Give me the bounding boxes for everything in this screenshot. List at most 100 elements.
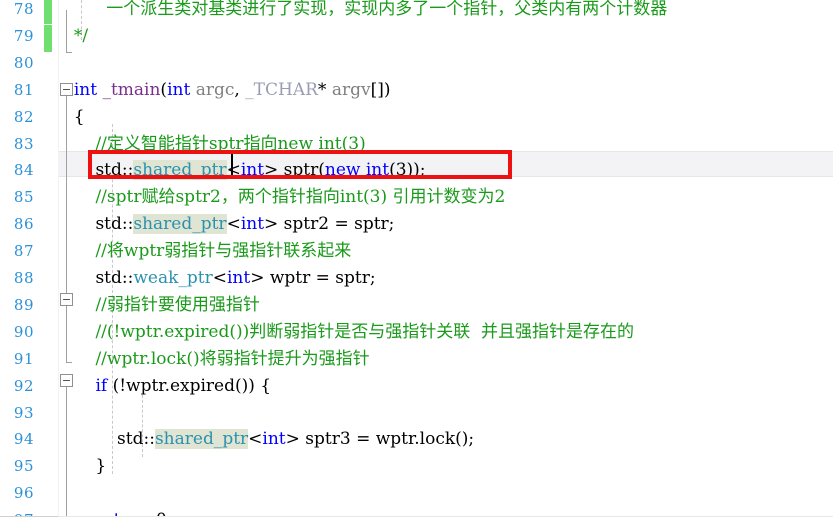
code-line[interactable]: //将wptr弱指针与强指针联系起来 (63, 238, 351, 265)
code-token: < (212, 268, 227, 288)
code-token: //将wptr弱指针与强指针联系起来 (95, 241, 352, 262)
code-token: weak_ptr (133, 268, 213, 288)
code-token: > sptr3 = wptr.lock(); (285, 429, 475, 450)
code-line[interactable]: //sptr赋给sptr2，两个指针指向int(3) 引用计数变为2 (63, 184, 505, 211)
code-token: { (63, 106, 85, 127)
code-line[interactable]: std::shared_ptr<int> sptr2 = sptr; (63, 211, 394, 238)
code-token: if (95, 375, 108, 396)
code-token: //定义智能指针sptr指向new int(3) (95, 133, 366, 154)
code-token: int (73, 79, 98, 100)
code-token: (3)); (389, 160, 426, 181)
line-number: 95 (13, 457, 34, 476)
code-token: 一个派生类对基类进行了实现，实现内多了一个指针，父类内有两个计数器 (106, 0, 668, 19)
code-token: > sptr2 = sptr; (264, 214, 395, 235)
line-number: 88 (13, 269, 34, 287)
code-token: */ (73, 25, 89, 46)
code-token: shared_ptr (133, 160, 227, 181)
line-number: 92 (13, 376, 34, 395)
code-token: new (324, 160, 361, 181)
code-token: std:: (95, 268, 134, 288)
line-number: 89 (13, 295, 34, 314)
code-line[interactable]: //弱指针要使用强指针 (63, 292, 260, 319)
code-line[interactable]: std::weak_ptr<int> wptr = sptr; (63, 265, 376, 292)
code-line[interactable]: */ (63, 23, 88, 50)
line-number: 81 (13, 80, 34, 99)
line-number: 79 (13, 26, 34, 45)
change-bar-modified (44, 25, 52, 52)
code-token: std:: (95, 214, 134, 235)
line-number: 84 (13, 161, 34, 180)
code-token: int (226, 268, 251, 288)
line-number: 80 (13, 53, 34, 72)
code-token: int (262, 429, 286, 450)
code-token: shared_ptr (133, 214, 227, 235)
code-token: int (240, 160, 265, 181)
code-line[interactable]: std::shared_ptr<int> sptr(new int(3)); (63, 157, 426, 184)
code-token: int (240, 214, 265, 235)
code-token: []) (370, 79, 391, 100)
text-caret (231, 154, 233, 175)
line-number: 94 (13, 430, 34, 449)
code-token: std:: (95, 160, 134, 181)
code-line[interactable] (63, 400, 68, 427)
code-line[interactable]: } (63, 453, 106, 480)
code-line[interactable]: //(!wptr.expired())判断弱指针是否与强指针关联 并且强指针是存… (63, 319, 634, 346)
code-token: < (226, 214, 241, 235)
code-line[interactable]: int _tmain(int argc, _TCHAR* argv[]) (63, 77, 391, 104)
code-token: (!wptr.expired()) { (107, 375, 272, 396)
code-line[interactable]: //wptr.lock()将弱指针提升为强指针 (63, 346, 370, 373)
code-token: //(!wptr.expired())判断弱指针是否与强指针关联 并且强指针是存… (95, 321, 635, 342)
line-number: 85 (13, 188, 34, 207)
line-number: 83 (13, 134, 34, 153)
line-number: 91 (13, 349, 34, 368)
code-token: < (248, 429, 263, 450)
code-token: int (365, 160, 390, 181)
gutter-separator (58, 0, 59, 517)
code-line[interactable] (63, 50, 68, 77)
code-token: _TCHAR (245, 79, 318, 100)
code-line[interactable]: //定义智能指针sptr指向new int(3) (63, 131, 366, 158)
code-token: } (63, 456, 107, 477)
code-token: > wptr = sptr; (250, 268, 376, 288)
code-line[interactable]: 一个派生类对基类进行了实现，实现内多了一个指针，父类内有两个计数器 (63, 0, 667, 23)
code-line[interactable]: if (!wptr.expired()) { (63, 373, 271, 400)
line-number: 86 (13, 215, 34, 234)
code-line[interactable]: { (63, 104, 85, 131)
line-number: 78 (13, 0, 34, 18)
code-token: argv (331, 79, 371, 100)
code-line[interactable]: std::shared_ptr<int> sptr3 = wptr.lock()… (63, 426, 474, 453)
code-token: _tmain (102, 79, 161, 100)
code-token: //弱指针要使用强指针 (95, 294, 260, 315)
code-editor-viewport[interactable]: 7879808182838485868788899091929394959697… (0, 0, 833, 517)
line-number: 90 (13, 322, 34, 341)
code-token: * (317, 79, 332, 100)
code-token: argc (195, 79, 235, 100)
code-token: shared_ptr (154, 429, 249, 450)
line-number: 96 (13, 484, 34, 503)
line-number: 93 (13, 403, 34, 422)
code-token: int (167, 79, 191, 100)
line-number-gutter: 7879808182838485868788899091929394959697 (0, 0, 36, 517)
code-token: > sptr( (264, 160, 325, 181)
code-token: < (226, 160, 241, 181)
code-token: , (234, 79, 246, 100)
code-token: std:: (117, 429, 155, 450)
code-token: //sptr赋给sptr2，两个指针指向int(3) 引用计数变为2 (95, 187, 506, 208)
line-number: 87 (13, 242, 34, 261)
code-line[interactable] (63, 480, 68, 507)
line-number: 82 (13, 107, 34, 126)
code-token: //wptr.lock()将弱指针提升为强指针 (95, 348, 370, 369)
